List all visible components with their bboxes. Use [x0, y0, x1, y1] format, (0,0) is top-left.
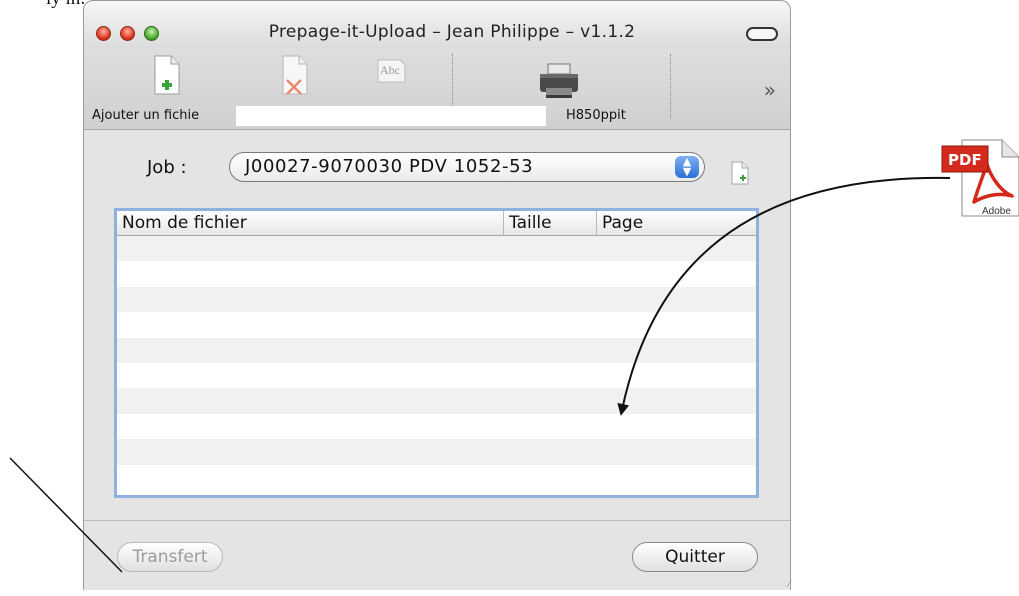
pointer-line [9, 457, 123, 573]
drag-arrow [617, 176, 951, 416]
annotation-arrows [9, 176, 951, 573]
